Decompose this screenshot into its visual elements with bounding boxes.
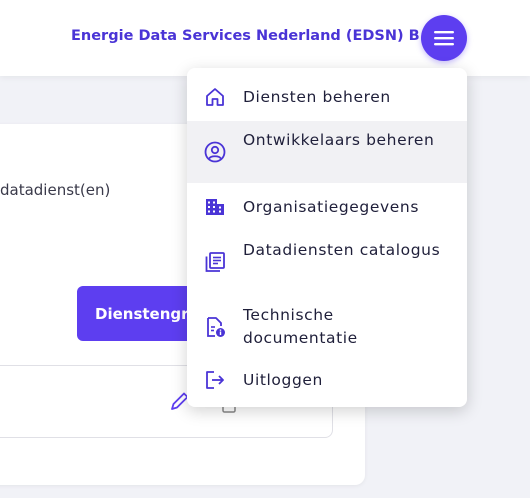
top-bar: Energie Data Services Nederland (EDSN) B… [0, 0, 530, 76]
menu-item-label: Technische documentatie [243, 306, 358, 347]
menu-item-uitloggen[interactable]: Uitloggen [187, 359, 467, 401]
menu-item-label: Uitloggen [243, 371, 323, 389]
user-circle-icon [204, 141, 226, 163]
card-text: datadienst(en) [0, 181, 111, 199]
menu-item-technische-documentatie[interactable]: Technische documentatie [187, 296, 467, 358]
navigation-menu: Diensten beheren Ontwikkelaars beheren O… [187, 68, 467, 407]
menu-item-label: Organisatiegegevens [243, 198, 420, 216]
home-icon [206, 88, 224, 106]
menu-button[interactable] [421, 15, 467, 61]
menu-item-diensten-beheren[interactable]: Diensten beheren [187, 76, 467, 118]
logout-icon [206, 371, 224, 389]
building-icon [206, 199, 224, 215]
organization-name: Energie Data Services Nederland (EDSN) B… [71, 28, 441, 44]
menu-item-label: Datadiensten catalogus [243, 241, 441, 259]
menu-item-datadiensten-catalogus[interactable]: Datadiensten catalogus [187, 231, 467, 293]
document-info-icon [207, 317, 225, 337]
menu-item-label: Diensten beheren [243, 88, 391, 106]
menu-item-label: Ontwikkelaars beheren [243, 131, 435, 149]
hamburger-icon [434, 31, 454, 46]
menu-item-ontwikkelaars-beheren[interactable]: Ontwikkelaars beheren [187, 121, 467, 183]
catalog-icon [205, 252, 225, 272]
menu-item-organisatiegegevens[interactable]: Organisatiegegevens [187, 186, 467, 228]
